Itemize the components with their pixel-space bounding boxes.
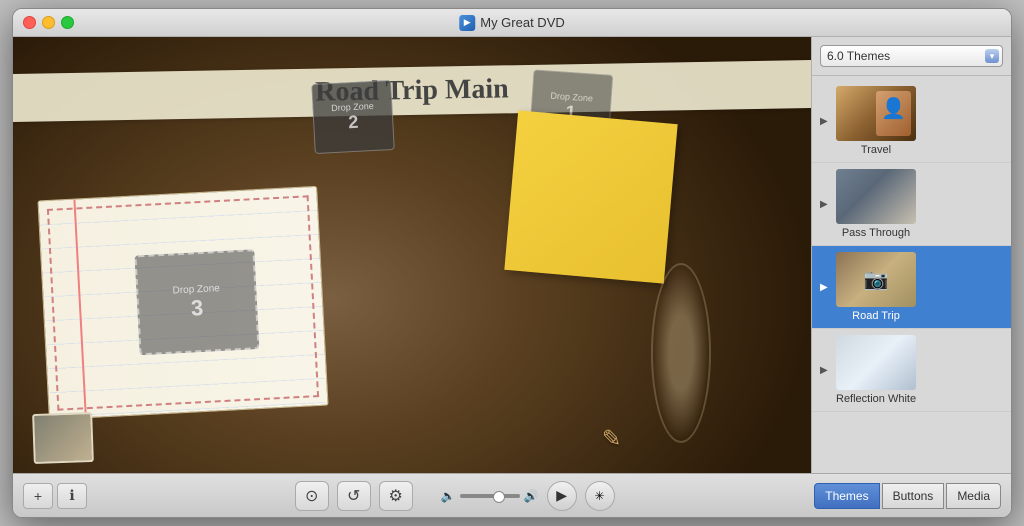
traffic-lights: [23, 16, 74, 29]
theme-arrow-icon: ▶: [820, 365, 830, 376]
themes-list: ▶ Travel ▶: [812, 76, 1011, 473]
theme-item-pass-through[interactable]: ▶ Pass Through: [812, 163, 1011, 246]
info-button[interactable]: ℹ: [57, 483, 87, 509]
small-photo: [32, 412, 94, 464]
toolbar-center: ⊙ ↺ ⚙ 🔈 🔊 ▶ ✳: [103, 481, 806, 511]
main-content: Road Trip Main Drop Zone 2 Drop Zone 1: [13, 37, 1011, 473]
main-window: ▶ My Great DVD Road Trip Main Drop Zone …: [12, 8, 1012, 518]
preview-canvas: Road Trip Main Drop Zone 2 Drop Zone 1: [13, 37, 811, 473]
settings-icon: ⚙: [389, 486, 403, 506]
settings-button[interactable]: ⚙: [379, 481, 413, 511]
fullscreen-button[interactable]: ✳: [585, 481, 615, 511]
theme-arrow-icon: ▶: [820, 116, 830, 127]
drop-zone-2: Drop Zone 2: [311, 80, 395, 154]
window-title-area: ▶ My Great DVD: [459, 15, 565, 31]
theme-arrow-icon: ▶: [820, 282, 830, 293]
preview-area: Road Trip Main Drop Zone 2 Drop Zone 1: [13, 37, 811, 473]
road-trip-thumbnail: [836, 252, 916, 307]
window-title: My Great DVD: [480, 15, 565, 30]
play-button[interactable]: ▶: [547, 481, 577, 511]
toolbar-left: + ℹ: [23, 483, 87, 509]
tab-themes[interactable]: Themes: [814, 483, 879, 509]
tab-media[interactable]: Media: [946, 483, 1001, 509]
maximize-button[interactable]: [61, 16, 74, 29]
reflection-white-thumbnail: [836, 335, 916, 390]
close-button[interactable]: [23, 16, 36, 29]
loop-button[interactable]: ↺: [337, 481, 371, 511]
toolbar-right: Themes Buttons Media: [814, 483, 1001, 509]
theme-item-road-trip[interactable]: ▶ Road Trip: [812, 246, 1011, 329]
theme-item-reflection-white[interactable]: ▶ Reflection White: [812, 329, 1011, 412]
theme-select[interactable]: 6.0 Themes 5.0 Themes 4.0 Themes: [820, 45, 1003, 67]
add-button[interactable]: +: [23, 483, 53, 509]
volume-section: 🔈 🔊: [441, 489, 539, 503]
notebook: Drop Zone 3: [37, 186, 328, 420]
drop-zone-3: Drop Zone 3: [134, 249, 259, 355]
pass-through-thumbnail: [836, 169, 916, 224]
sidebar: 6.0 Themes 5.0 Themes 4.0 Themes ▶: [811, 37, 1011, 473]
tab-buttons[interactable]: Buttons: [882, 483, 945, 509]
volume-low-icon: 🔈: [441, 489, 456, 503]
app-icon: ▶: [459, 15, 475, 31]
minimize-button[interactable]: [42, 16, 55, 29]
theme-arrow-icon: ▶: [820, 199, 830, 210]
title-bar: ▶ My Great DVD: [13, 9, 1011, 37]
fullscreen-icon: ✳: [595, 489, 605, 503]
travel-thumbnail: [836, 86, 916, 141]
volume-high-icon: 🔊: [524, 489, 539, 503]
sticky-note: [504, 110, 677, 283]
network-icon: ⊙: [305, 486, 318, 506]
loop-icon: ↺: [347, 486, 360, 506]
tape-roll: [651, 263, 711, 443]
play-icon: ▶: [556, 487, 567, 504]
volume-slider[interactable]: [460, 494, 520, 498]
theme-item-travel[interactable]: ▶ Travel: [812, 80, 1011, 163]
network-button[interactable]: ⊙: [295, 481, 329, 511]
sidebar-header: 6.0 Themes 5.0 Themes 4.0 Themes: [812, 37, 1011, 76]
theme-select-wrapper[interactable]: 6.0 Themes 5.0 Themes 4.0 Themes: [820, 45, 1003, 67]
toolbar: + ℹ ⊙ ↺ ⚙ 🔈 🔊 ▶: [13, 473, 1011, 517]
